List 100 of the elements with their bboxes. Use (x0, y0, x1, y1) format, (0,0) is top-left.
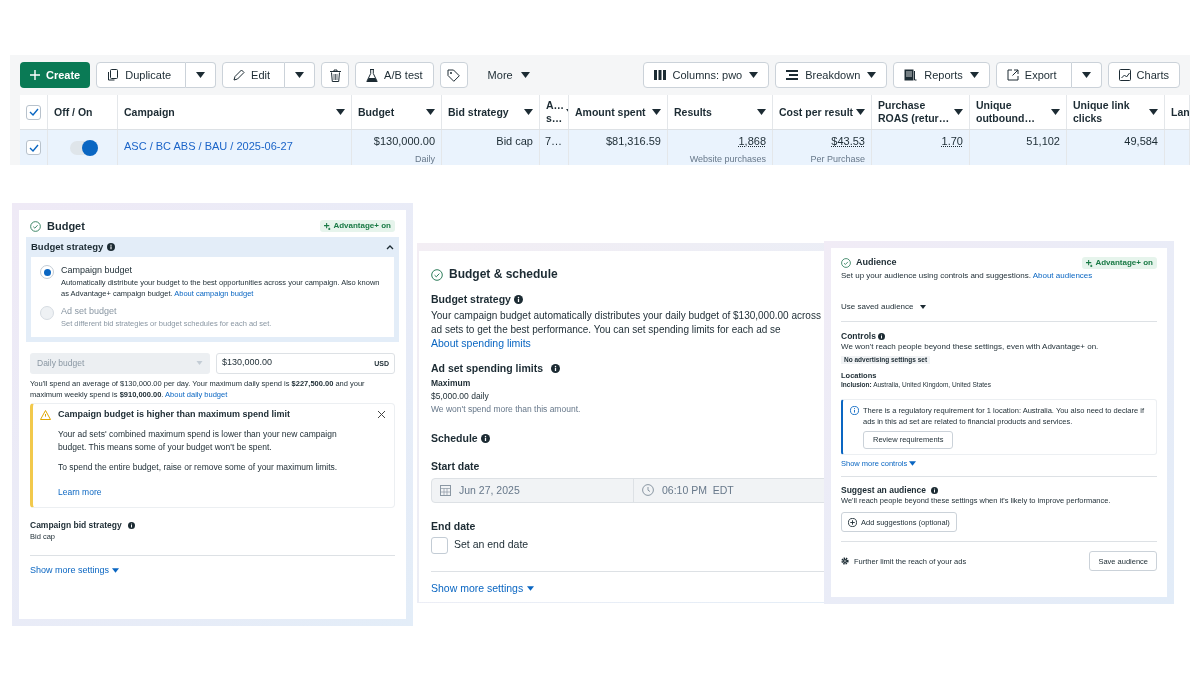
learn-more-link[interactable]: Learn more (58, 486, 102, 497)
info-icon (850, 405, 859, 415)
toolbar-button[interactable]: A/B test (355, 62, 434, 88)
toggle-switch[interactable] (69, 140, 96, 155)
audience-description: Set up your audience using controls and suggestions. About audiences (841, 271, 1094, 282)
about-link[interactable]: About audiences (1032, 271, 1093, 281)
toolbar-button[interactable]: Charts (1107, 62, 1180, 88)
dropdown-button[interactable] (285, 62, 316, 88)
checkbox[interactable] (431, 536, 448, 554)
toolbar-button[interactable]: Duplicate (96, 62, 187, 88)
plus-circle-icon (848, 517, 857, 527)
field-label: Start date (431, 460, 480, 473)
column-header[interactable]: Budget (358, 105, 395, 119)
toolbar-dropdown[interactable]: Reports (893, 62, 990, 88)
column-header[interactable]: Results (674, 105, 712, 119)
info-icon (551, 364, 560, 374)
icon-button[interactable] (321, 62, 350, 88)
column-header[interactable]: A… s… (546, 99, 565, 125)
table-cell-text: $43.53 (831, 134, 865, 149)
column-header[interactable]: Off / On (54, 105, 93, 119)
dropdown-button[interactable] (186, 62, 217, 88)
sort-caret-icon[interactable] (336, 109, 345, 115)
sort-caret-icon[interactable] (954, 109, 963, 115)
toolbar-dropdown[interactable]: Columns: pwo (642, 62, 770, 88)
check-circle-icon (30, 220, 41, 232)
sort-caret-icon[interactable] (524, 109, 533, 115)
sort-caret-icon[interactable] (856, 109, 865, 115)
caret-icon (919, 304, 926, 309)
column-header[interactable]: Cost per result (779, 105, 854, 119)
campaign-link[interactable]: ASC / BC ABS / BAU / 2025-06-27 (124, 140, 293, 152)
caret-icon (749, 72, 759, 78)
column-header[interactable]: Purchase ROAS (retur… (878, 99, 952, 125)
limit-label: Maximum (431, 377, 471, 388)
caret-icon (969, 72, 979, 78)
column-header[interactable]: Campaign (124, 105, 175, 119)
sort-caret-icon[interactable] (757, 109, 766, 115)
section-title: Schedule (431, 431, 478, 446)
saved-audience-dropdown[interactable]: Use saved audience (841, 301, 926, 313)
pencil-icon (233, 69, 246, 81)
limit-value: $5,000.00 daily (431, 390, 489, 401)
column-header[interactable]: Unique link clicks (1073, 99, 1147, 125)
cell-caption: Daily (415, 152, 435, 165)
create-button[interactable]: Create (20, 62, 91, 88)
dropdown-button[interactable] (1071, 62, 1102, 88)
caret-icon (1081, 72, 1091, 78)
checkbox[interactable] (26, 140, 41, 155)
radio-button[interactable] (40, 265, 54, 280)
advantage-badge: Advantage+ on (1082, 257, 1157, 270)
option-label: Campaign budget (61, 265, 134, 277)
panel-title: Budget & schedule (449, 267, 558, 283)
limit-note: We won't spend more than this amount. (431, 403, 581, 414)
close-icon[interactable] (377, 410, 386, 419)
alert-text: Your ad sets' combined maximum spend is lower than your new campaign budget. This means some of your budget won't be spent. (58, 428, 338, 454)
toolbar-dropdown[interactable]: Breakdown (775, 62, 888, 88)
table-cell-text: 51,102 (1026, 134, 1060, 149)
caret-icon (295, 72, 305, 78)
option-label: Ad set budget (61, 306, 118, 318)
caret-icon (196, 72, 206, 78)
table-cell-text: 1,868 (738, 134, 766, 149)
sort-caret-icon[interactable] (652, 109, 661, 115)
controls-text: We won't reach people beyond these settings, even with Advantage+ on. (841, 342, 1100, 353)
show-more-link[interactable]: Show more settings (431, 581, 524, 596)
columns-icon (653, 70, 666, 80)
advantage-badge: Advantage+ on (320, 219, 395, 233)
info-icon (931, 486, 939, 494)
column-header[interactable]: Lan (1171, 105, 1189, 119)
collapse-icon[interactable] (386, 244, 394, 251)
settings-icon (841, 557, 849, 566)
alert-text: To spend the entire budget, raise or remove some of your maximum limits. (58, 461, 339, 474)
caret-icon (112, 568, 120, 573)
panel-title: Audience (856, 257, 897, 270)
panel-title: Budget (47, 219, 85, 234)
copy-icon (107, 69, 120, 81)
cell-caption: Website purchases (689, 152, 766, 165)
warning-icon (40, 409, 51, 420)
column-header[interactable]: Unique outbound… (976, 99, 1049, 125)
reports-icon (904, 69, 918, 81)
tag-icon (447, 68, 461, 82)
sort-caret-icon[interactable] (426, 109, 435, 115)
field-label: Campaign bid strategy (30, 519, 122, 531)
table-cell-text: $130,000.00 (373, 134, 435, 149)
info-icon (480, 433, 490, 443)
toolbar-button[interactable]: Export (995, 62, 1072, 88)
toolbar-button[interactable]: Edit (222, 62, 286, 88)
caret-icon (867, 72, 877, 78)
column-header[interactable]: Amount spent (575, 105, 646, 119)
info-icon (127, 521, 135, 529)
sort-caret-icon[interactable] (1149, 109, 1158, 115)
section-title: Budget strategy (31, 241, 104, 254)
info-icon (513, 294, 523, 304)
more-menu[interactable]: More (473, 62, 544, 88)
info-icon (107, 243, 116, 252)
sort-caret-icon[interactable] (1051, 109, 1060, 115)
show-more-link[interactable]: Show more settings (30, 564, 110, 577)
table-cell-text: $81,316.59 (605, 134, 661, 149)
table-row[interactable]: ASC / BC ABS / BAU / 2025-06-27 $130,000.00 Daily Bid cap 7… $81,316.59 1,868 Website purchases $43.53 Per Purchase 1.70 51,102 49,584 (20, 130, 1190, 165)
column-header[interactable]: Bid strategy (448, 105, 509, 119)
caret-icon (909, 461, 917, 467)
checkbox[interactable] (26, 104, 41, 120)
about-link[interactable]: About spending limits (431, 337, 531, 350)
